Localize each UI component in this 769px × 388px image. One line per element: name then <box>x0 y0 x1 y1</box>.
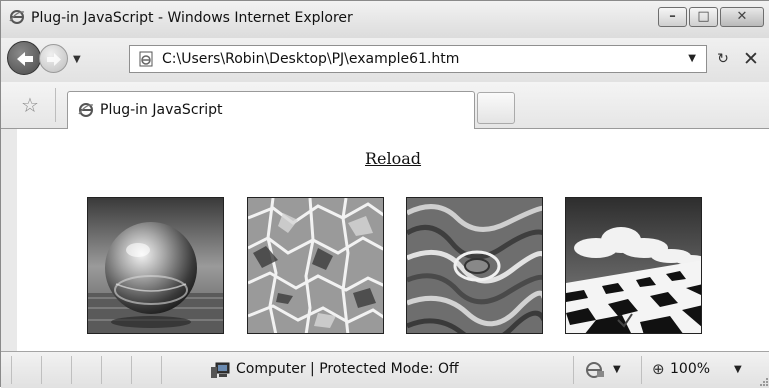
favorites-star-icon[interactable]: ☆ <box>21 95 39 115</box>
status-divider <box>161 356 162 384</box>
ie-logo-icon <box>78 103 94 117</box>
chrome-sphere-image <box>87 197 224 334</box>
forward-button[interactable] <box>39 44 68 73</box>
tab-bar: ☆ Plug-in JavaScript <box>1 82 769 129</box>
close-button[interactable]: ✕ <box>720 7 764 27</box>
computer-zone-icon <box>211 362 230 378</box>
window-controls: – □ ✕ <box>656 7 764 29</box>
new-tab-button[interactable] <box>477 92 515 124</box>
refresh-button[interactable]: ↻ <box>711 46 735 72</box>
protected-mode-dropdown-icon[interactable]: ▼ <box>613 364 621 375</box>
status-divider <box>641 356 642 384</box>
minimize-icon: – <box>669 9 676 24</box>
stop-button[interactable]: ✕ <box>739 46 763 72</box>
reload-link[interactable]: Reload <box>365 149 421 168</box>
minimize-button[interactable]: – <box>658 7 687 27</box>
status-bar: Computer | Protected Mode: Off ▼ ⊕ 100% … <box>1 351 769 388</box>
zoom-icon[interactable]: ⊕ <box>652 360 672 380</box>
recent-pages-dropdown[interactable]: ▼ <box>73 54 81 65</box>
resize-grip-icon[interactable] <box>758 376 768 386</box>
refresh-icon: ↻ <box>717 51 729 67</box>
tab-label: Plug-in JavaScript <box>100 102 223 118</box>
checkerboard-clouds-image <box>565 197 702 334</box>
page-icon <box>139 51 153 67</box>
navigation-bar: ▼ C:\Users\Robin\Desktop\PJ\example61.ht… <box>1 38 769 82</box>
status-divider <box>71 356 72 384</box>
security-zone-text[interactable]: Computer | Protected Mode: Off <box>236 361 459 377</box>
title-bar[interactable]: Plug-in JavaScript - Windows Internet Ex… <box>1 1 769 38</box>
address-text: C:\Users\Robin\Desktop\PJ\example61.htm <box>162 51 460 67</box>
status-divider <box>101 356 102 384</box>
back-button[interactable] <box>7 41 41 75</box>
forward-arrow-icon <box>47 53 61 66</box>
address-dropdown-icon[interactable]: ▼ <box>688 53 696 64</box>
ie-logo-icon <box>9 10 25 24</box>
stained-glass-image <box>247 197 384 334</box>
close-icon: ✕ <box>736 9 748 24</box>
status-divider <box>11 356 12 384</box>
status-divider <box>131 356 132 384</box>
back-arrow-icon <box>17 52 33 66</box>
window-title: Plug-in JavaScript - Windows Internet Ex… <box>31 10 353 26</box>
status-divider <box>573 356 574 384</box>
maximize-button[interactable]: □ <box>689 7 718 27</box>
address-bar[interactable]: C:\Users\Robin\Desktop\PJ\example61.htm … <box>129 45 707 73</box>
status-divider <box>41 356 42 384</box>
zoom-level[interactable]: 100% <box>670 361 710 377</box>
tab-divider <box>55 88 56 122</box>
stop-icon: ✕ <box>743 48 759 70</box>
protected-mode-icon[interactable] <box>585 361 605 379</box>
browser-window: Plug-in JavaScript - Windows Internet Ex… <box>0 0 769 388</box>
marble-swirl-image <box>406 197 543 334</box>
zoom-dropdown-icon[interactable]: ▼ <box>734 364 742 375</box>
tab-plug-in-javascript[interactable]: Plug-in JavaScript <box>67 91 475 129</box>
page-content: Reload <box>17 129 769 351</box>
maximize-icon: □ <box>697 9 710 24</box>
